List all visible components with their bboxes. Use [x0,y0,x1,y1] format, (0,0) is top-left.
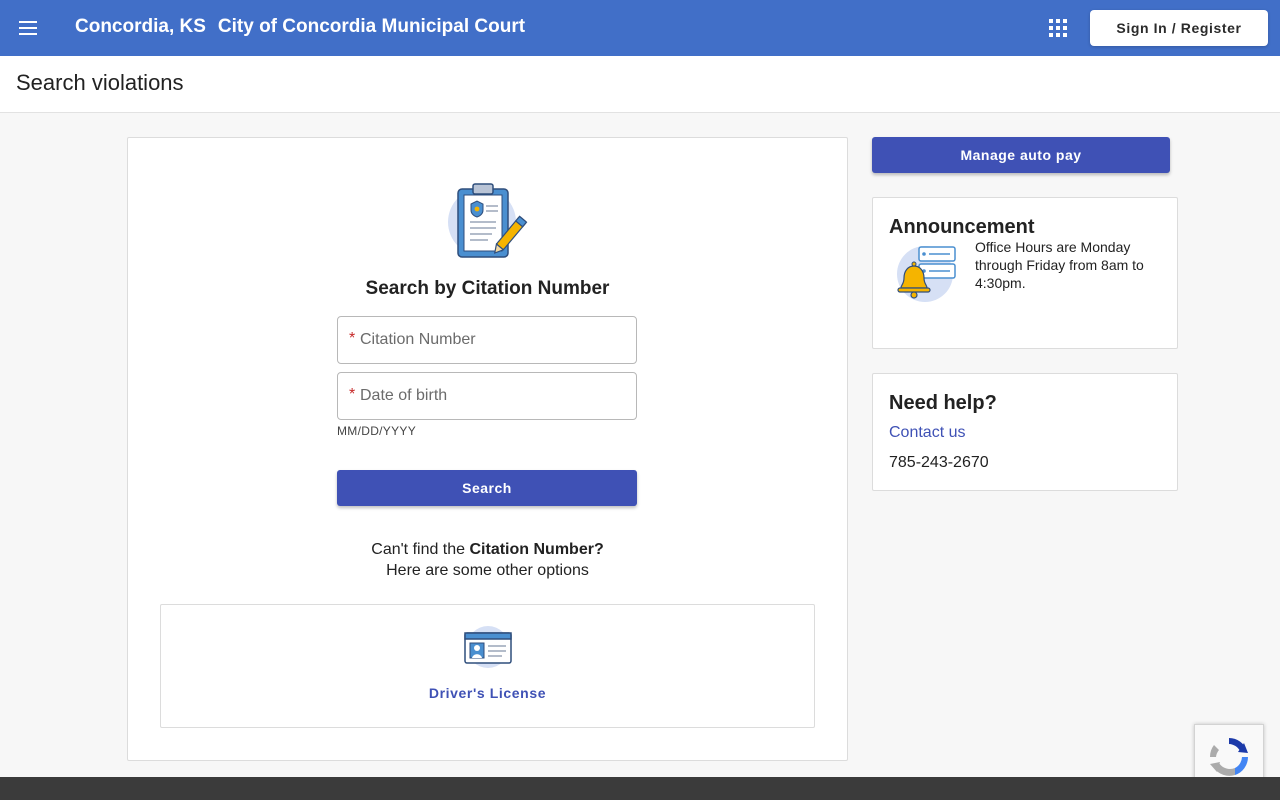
court-name: City of Concordia Municipal Court [217,16,526,37]
citation-number-placeholder: Citation Number [360,331,476,348]
sign-in-register-button[interactable]: Sign In / Register [1090,10,1268,46]
other-options-text: Can't find the Citation Number? Here are… [128,539,847,581]
page-title-bar: Search violations [0,56,1280,113]
required-marker: * [349,330,356,347]
date-format-hint: MM/DD/YYYY [337,424,417,438]
date-of-birth-field[interactable]: * Date of birth [337,372,637,420]
clipboard-citation-icon [448,183,528,258]
brand-title: Concordia, KS City of Concordia Municipal… [75,16,525,38]
drivers-license-option[interactable]: Driver's License [160,604,815,728]
manage-auto-pay-button[interactable]: Manage auto pay [872,137,1170,173]
search-button[interactable]: Search [337,470,637,506]
cant-find-prefix: Can't find the [371,541,466,558]
page-title: Search violations [16,70,184,95]
contact-us-link[interactable]: Contact us [889,424,965,442]
need-help-heading: Need help? [889,392,997,414]
citation-search-card: Search by Citation Number * Citation Num… [127,137,848,761]
bell-notification-icon [897,246,956,302]
top-app-bar: Concordia, KS City of Concordia Municipal… [0,0,1280,56]
required-marker: * [349,386,356,403]
id-card-icon [464,626,512,668]
search-section-title: Search by Citation Number [365,278,610,299]
phone-number: 785-243-2670 [889,454,989,471]
hamburger-menu-icon[interactable] [12,12,44,44]
citation-number-field[interactable]: * Citation Number [337,316,637,364]
apps-grid-icon[interactable] [1046,16,1070,40]
drivers-license-label: Driver's License [428,685,547,701]
date-of-birth-placeholder: Date of birth [360,387,448,404]
need-help-card: Need help? Contact us 785-243-2670 [872,373,1178,491]
other-options-label: Here are some other options [386,562,589,579]
announcement-card: Announcement Office Hours are Monday thr… [872,197,1178,349]
recaptcha-icon [1209,738,1248,776]
announcement-heading: Announcement [889,216,1035,238]
announcement-text: Office Hours are Monday through Friday f… [975,239,1144,291]
location-label: Concordia, KS [75,16,206,37]
cant-find-citation-number: Citation Number? [469,541,604,558]
page-footer [0,777,1280,800]
